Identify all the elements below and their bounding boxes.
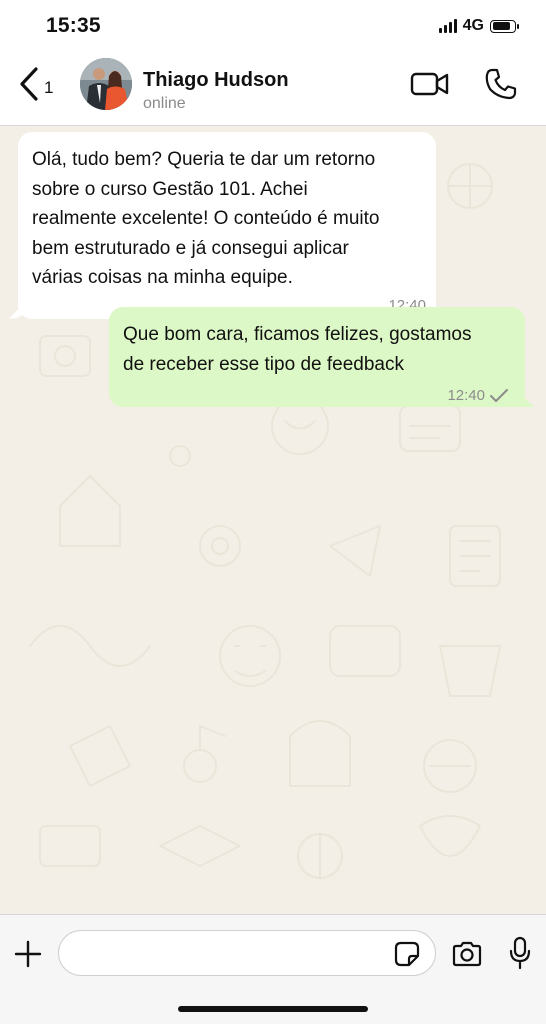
message-bubble-outgoing[interactable]: Que bom cara, ficamos felizes, gostamos … [109,307,525,407]
message-line: bem estruturado e já consegui aplicar [32,237,349,259]
phone-icon [485,68,517,100]
battery-level [492,22,510,30]
message-text: Olá, tudo bem? Queria te dar um retorno … [32,145,420,293]
chat-header: 1 Thiago Hudson online [0,50,546,126]
status-time: 15:35 [46,14,101,37]
message-line: sobre o curso Gestão 101. Achei [32,178,308,200]
plus-icon [14,940,42,968]
signal-strength-icon [438,19,457,33]
contact-name[interactable]: Thiago Hudson [143,69,289,92]
sent-check-icon [490,389,508,402]
sticker-button[interactable] [393,940,421,973]
microphone-icon [509,936,531,970]
battery-icon [490,19,519,33]
status-bar: 15:35 4G [0,0,546,50]
home-indicator[interactable] [178,1006,368,1012]
sticker-icon [394,941,420,967]
message-meta: 12:40 [447,387,509,405]
network-type: 4G [462,17,484,34]
avatar-photo [80,58,132,110]
message-line: realmente excelente! O conteúdo é muito [32,208,380,229]
video-call-button[interactable] [410,70,450,103]
unread-count: 1 [44,78,54,97]
message-line: várias coisas na minha equipe. [32,267,293,288]
avatar[interactable] [80,58,132,110]
chat-area[interactable]: Olá, tudo bem? Queria te dar um retorno … [0,126,546,914]
message-bubble-incoming[interactable]: Olá, tudo bem? Queria te dar um retorno … [18,132,436,319]
message-line: de receber esse tipo de feedback [123,353,404,375]
status-indicators: 4G [438,17,519,35]
microphone-button[interactable] [508,936,532,975]
back-button[interactable]: 1 [18,66,53,102]
voice-call-button[interactable] [484,67,518,106]
message-line: Que bom cara, ficamos felizes, gostamos [123,324,472,345]
camera-icon [452,941,482,967]
attach-button[interactable] [14,940,42,973]
camera-button[interactable] [451,940,483,973]
message-line: Olá, tudo bem? Queria te dar um retorno [32,149,376,170]
message-input-bar [0,914,546,1024]
message-input[interactable] [58,930,436,976]
contact-status: online [143,95,186,112]
message-time: 12:40 [447,387,485,404]
video-camera-icon [410,72,449,96]
message-text: Que bom cara, ficamos felizes, gostamos … [123,320,511,379]
chevron-left-icon [20,67,38,101]
